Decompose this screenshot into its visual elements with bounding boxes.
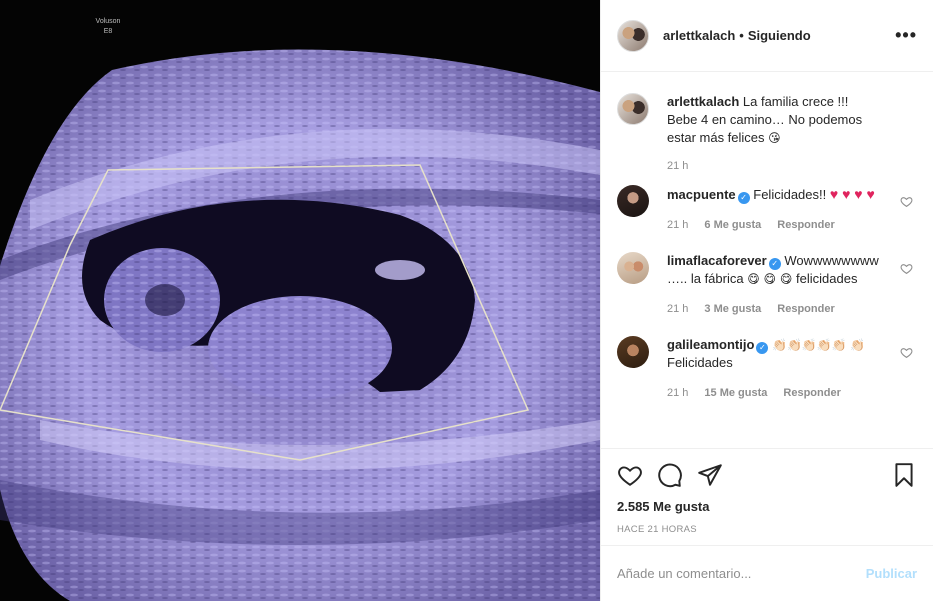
comment-avatar[interactable]: [617, 336, 649, 368]
bookmark-icon[interactable]: [891, 462, 917, 488]
comment-avatar[interactable]: [617, 185, 649, 217]
post-actions: 2.585 Me gusta HACE 21 HORAS: [601, 448, 933, 535]
heart-icon[interactable]: [900, 346, 913, 359]
post-comment-button[interactable]: Publicar: [866, 566, 917, 581]
comment-likes[interactable]: 3 Me gusta: [704, 300, 761, 318]
comment-icon[interactable]: [657, 462, 683, 488]
caption-avatar[interactable]: [617, 93, 649, 125]
comment-text-2: felicidades: [796, 271, 858, 286]
paper-plane-icon[interactable]: [697, 462, 723, 488]
reply-button[interactable]: Responder: [783, 384, 840, 402]
reply-button[interactable]: Responder: [777, 300, 834, 318]
header-separator: •: [739, 28, 744, 43]
comment-emoji-2: 👏🏻: [850, 338, 866, 352]
heart-icon[interactable]: [617, 462, 643, 488]
post-timestamp[interactable]: HACE 21 HORAS: [617, 524, 917, 535]
caption-username[interactable]: arlettkalach: [667, 94, 739, 109]
comment-emoji: 👏🏻👏🏻👏🏻👏🏻👏🏻: [772, 338, 847, 352]
comment-text: Felicidades: [667, 355, 733, 370]
comment-time[interactable]: 21 h: [667, 384, 688, 402]
verified-badge-icon: ✓: [756, 342, 769, 354]
add-comment-bar: Añade un comentario... Publicar: [601, 545, 933, 601]
comment-time[interactable]: 21 h: [667, 300, 688, 318]
post-header: arlettkalach • Siguiendo •••: [601, 0, 933, 72]
ultrasound-graphic: Voluson E8: [0, 0, 600, 601]
comment-username[interactable]: macpuente: [667, 187, 736, 202]
overlay-text-2: E8: [104, 28, 113, 35]
comment-likes[interactable]: 6 Me gusta: [704, 216, 761, 234]
comment-time[interactable]: 21 h: [667, 216, 688, 234]
comment-likes[interactable]: 15 Me gusta: [704, 384, 767, 402]
header-username[interactable]: arlettkalach: [663, 28, 735, 43]
heart-icon[interactable]: [900, 195, 913, 208]
more-options-icon[interactable]: •••: [895, 25, 917, 46]
comment-username[interactable]: limaflacaforever: [667, 253, 767, 268]
reply-button[interactable]: Responder: [777, 216, 834, 234]
comment-text: Felicidades!!: [753, 187, 827, 202]
comments-list[interactable]: arlettkalach La familia crece !!! Bebe 4…: [601, 73, 933, 448]
post-viewer: Voluson E8 arlettkalach • Siguiendo ••• …: [0, 0, 933, 601]
likes-count[interactable]: 2.585 Me gusta: [617, 499, 917, 514]
avatar[interactable]: [617, 19, 649, 52]
caption-emoji: 😘: [768, 131, 781, 145]
comment-username[interactable]: galileamontijo: [667, 337, 754, 352]
comment-emoji: 😋 😋 😋: [747, 272, 793, 286]
list-item: limaflacaforever ✓ Wowwwwwwww ….. la fábr…: [617, 252, 917, 318]
comment-emoji: ♥ ♥ ♥ ♥: [829, 186, 875, 202]
post-side-panel: arlettkalach • Siguiendo ••• arlettkalac…: [600, 0, 933, 601]
comment-avatar[interactable]: [617, 252, 649, 284]
verified-badge-icon: ✓: [737, 192, 750, 204]
comment-input[interactable]: Añade un comentario...: [617, 566, 866, 581]
caption-time[interactable]: 21 h: [667, 157, 688, 175]
post-image-ultrasound[interactable]: Voluson E8: [0, 0, 600, 601]
list-item: macpuente ✓ Felicidades!! ♥ ♥ ♥ ♥ 21 h 6 …: [617, 185, 917, 234]
overlay-text-1: Voluson: [96, 18, 121, 25]
verified-badge-icon: ✓: [768, 258, 781, 270]
heart-icon[interactable]: [900, 262, 913, 275]
following-button[interactable]: Siguiendo: [748, 28, 811, 43]
post-caption: arlettkalach La familia crece !!! Bebe 4…: [617, 93, 917, 175]
list-item: galileamontijo ✓ 👏🏻👏🏻👏🏻👏🏻👏🏻 👏🏻 Felicidades…: [617, 336, 917, 402]
